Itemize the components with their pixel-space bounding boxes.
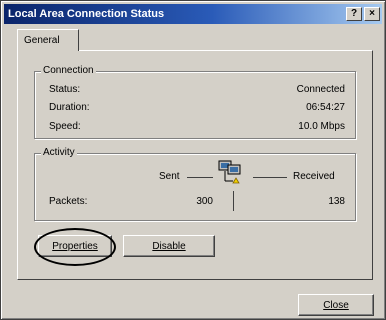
- received-line: [253, 177, 287, 178]
- status-label: Status:: [49, 84, 81, 95]
- disable-label: Disable: [152, 240, 186, 252]
- packets-label: Packets:: [49, 196, 88, 207]
- help-button[interactable]: ?: [346, 7, 362, 21]
- title-bar: Local Area Connection Status ? ×: [4, 4, 382, 24]
- tab-general[interactable]: General: [17, 29, 79, 51]
- network-computers-icon: [215, 159, 249, 192]
- connection-legend: Connection: [41, 65, 96, 76]
- disable-button[interactable]: Disable: [123, 235, 215, 257]
- duration-label: Duration:: [49, 102, 90, 113]
- close-label: Close: [323, 299, 349, 311]
- sent-line: [187, 177, 213, 178]
- sent-label: Sent: [159, 171, 180, 182]
- status-value: Connected: [296, 84, 345, 95]
- packets-divider: [233, 191, 234, 211]
- speed-label: Speed:: [49, 121, 81, 132]
- close-button[interactable]: Close: [298, 294, 374, 316]
- activity-legend: Activity: [41, 147, 77, 158]
- highlight-circle: [34, 228, 116, 266]
- packets-sent-value: 300: [196, 196, 213, 207]
- received-label: Received: [293, 171, 335, 182]
- close-window-button[interactable]: ×: [364, 7, 380, 21]
- packets-received-value: 138: [328, 196, 345, 207]
- speed-value: 10.0 Mbps: [298, 121, 345, 132]
- status-window: Local Area Connection Status ? × General…: [0, 0, 386, 320]
- window-title: Local Area Connection Status: [8, 8, 165, 20]
- activity-group: Activity: [34, 147, 356, 221]
- tab-general-label: General: [24, 35, 60, 46]
- duration-value: 06:54:27: [306, 102, 345, 113]
